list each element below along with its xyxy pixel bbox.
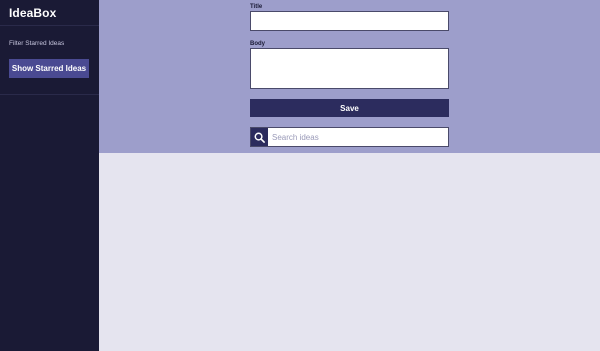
sidebar-divider	[0, 25, 99, 26]
magnifier-icon[interactable]	[251, 128, 268, 146]
body-label: Body	[250, 41, 265, 47]
idea-form-panel: Title Body Save	[99, 0, 600, 153]
search-input[interactable]	[268, 128, 448, 146]
sidebar-divider	[0, 94, 99, 95]
show-starred-ideas-button[interactable]: Show Starred Ideas	[9, 59, 89, 78]
sidebar: IdeaBox Filter Starred Ideas Show Starre…	[0, 0, 99, 351]
save-button[interactable]: Save	[250, 99, 449, 117]
search-bar	[250, 127, 449, 147]
title-input[interactable]	[250, 11, 449, 31]
filter-section-label: Filter Starred Ideas	[9, 40, 65, 47]
title-label: Title	[250, 4, 263, 10]
body-textarea[interactable]	[250, 48, 449, 89]
magnifier-icon-glyph	[254, 132, 265, 143]
app-logo-title: IdeaBox	[9, 6, 57, 20]
